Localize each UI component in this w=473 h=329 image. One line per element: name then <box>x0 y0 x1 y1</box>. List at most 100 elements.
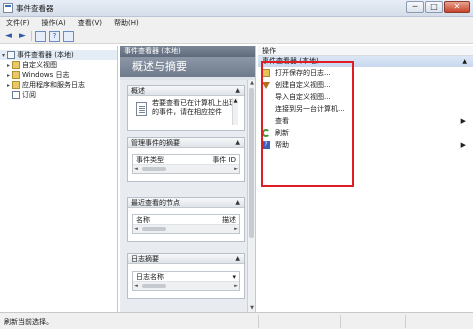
folder-icon <box>12 81 20 89</box>
column-header[interactable]: 事件类型 <box>136 155 164 164</box>
show-hide-tree-icon[interactable] <box>35 30 46 42</box>
tree-item-custom-views[interactable]: ▸ 自定义视图 <box>0 60 117 70</box>
column-header[interactable]: 日志名称 <box>136 272 164 281</box>
action-create-custom-view[interactable]: 创建自定义视图... <box>258 79 473 91</box>
status-text: 刷新当前选择。 <box>4 318 53 326</box>
menu-action[interactable]: 操作(A) <box>42 18 66 28</box>
grid-header: 名称 描述 <box>133 215 239 225</box>
overview-scrollbar[interactable]: ▲ <box>232 98 238 125</box>
toolbar: ◄ ► ? <box>0 29 473 44</box>
back-button[interactable]: ◄ <box>3 31 14 42</box>
action-import-custom-view[interactable]: 导入自定义视图... <box>258 91 473 103</box>
minimize-button[interactable]: ─ <box>406 1 424 13</box>
scroll-down-icon[interactable]: ▼ <box>248 305 256 312</box>
scroll-right-icon[interactable]: ► <box>234 165 238 173</box>
action-refresh[interactable]: 刷新 <box>258 127 473 139</box>
action-label: 刷新 <box>275 129 289 137</box>
section-header[interactable]: 管理事件的摘要 ▲ <box>128 138 244 148</box>
folder-icon <box>12 61 20 69</box>
expand-arrow-icon[interactable]: ▸ <box>5 62 12 69</box>
scroll-left-icon[interactable]: ◄ <box>134 282 138 290</box>
tree-item-app-service-logs[interactable]: ▸ 应用程序和服务日志 <box>0 80 117 90</box>
scroll-left-icon[interactable]: ◄ <box>134 225 138 233</box>
scroll-right-icon[interactable]: ► <box>234 282 238 290</box>
column-header[interactable]: 描述 <box>222 215 236 224</box>
tree-item-label: 应用程序和服务日志 <box>22 81 85 89</box>
section-header[interactable]: 日志摘要 ▲ <box>128 254 244 264</box>
log-summary-grid: 日志名称 ▾ ◄ ► <box>132 271 240 291</box>
submenu-arrow-icon: ▶ <box>460 117 466 125</box>
center-pane-banner: 概述与摘要 <box>120 57 255 77</box>
submenu-arrow-icon: ▶ <box>460 141 466 149</box>
grid-header: 事件类型 事件 ID <box>133 155 239 165</box>
center-vertical-scrollbar[interactable]: ▲ ▼ <box>247 80 255 312</box>
overview-section: 概述 ▲ 若要查看已在计算机上出现的事件，请在相应控件 ▲ <box>127 85 245 131</box>
horizontal-scrollbar[interactable]: ◄ ► <box>133 165 239 173</box>
action-connect-computer[interactable]: 连接到另一台计算机... <box>258 103 473 115</box>
scroll-right-icon[interactable]: ► <box>234 225 238 233</box>
actions-group-title: 事件查看器 (本地) <box>262 57 319 65</box>
scroll-thumb[interactable] <box>142 167 166 171</box>
scroll-thumb[interactable] <box>249 88 254 238</box>
action-label: 查看 <box>275 117 289 125</box>
tree-item-label: 订阅 <box>22 91 36 99</box>
collapse-caret-icon[interactable]: ▲ <box>235 86 240 96</box>
tree-item-subscriptions[interactable]: 订阅 <box>0 90 117 100</box>
overview-text: 若要查看已在计算机上出现的事件，请在相应控件 <box>152 99 236 116</box>
section-title: 概述 <box>131 87 145 95</box>
expand-arrow-icon[interactable]: ▸ <box>5 82 12 89</box>
scroll-thumb[interactable] <box>142 284 166 288</box>
tree-item-windows-logs[interactable]: ▸ Windows 日志 <box>0 70 117 80</box>
horizontal-scrollbar[interactable]: ◄ ► <box>133 225 239 233</box>
status-divider <box>340 315 341 328</box>
close-button[interactable]: ✕ <box>444 1 470 13</box>
show-hide-action-pane-icon[interactable] <box>63 30 74 42</box>
scroll-thumb[interactable] <box>142 227 166 231</box>
collapse-caret-icon[interactable]: ▲ <box>235 138 240 148</box>
toolbar-separator <box>31 31 32 41</box>
collapse-arrow-icon[interactable]: ▾ <box>0 52 7 59</box>
horizontal-scrollbar[interactable]: ◄ ► <box>133 282 239 290</box>
action-help[interactable]: ? 帮助 ▶ <box>258 139 473 151</box>
tree-item-label: Windows 日志 <box>22 71 70 79</box>
scroll-left-icon[interactable]: ◄ <box>134 165 138 173</box>
collapse-caret-icon[interactable]: ▲ <box>235 198 240 208</box>
admin-events-grid: 事件类型 事件 ID ◄ ► <box>132 154 240 174</box>
window-title: 事件查看器 <box>16 4 54 13</box>
collapse-caret-icon[interactable]: ▲ <box>462 56 467 67</box>
folder-icon <box>262 69 270 77</box>
refresh-icon <box>262 129 270 137</box>
column-header[interactable]: 名称 <box>136 215 150 224</box>
action-view[interactable]: 查看 ▶ <box>258 115 473 127</box>
actions-pane: 操作 事件查看器 (本地) ▲ 打开保存的日志... 创建自定义视图... 导入… <box>258 46 473 312</box>
menu-bar: 文件(F) 操作(A) 查看(V) 帮助(H) <box>0 17 473 29</box>
grid-header: 日志名称 ▾ <box>133 272 239 282</box>
menu-view[interactable]: 查看(V) <box>78 18 102 28</box>
expand-arrow-icon[interactable]: ▸ <box>5 72 12 79</box>
action-open-saved-log[interactable]: 打开保存的日志... <box>258 67 473 79</box>
maximize-button[interactable]: □ <box>425 1 443 13</box>
status-bar: 刷新当前选择。 <box>0 312 473 329</box>
log-summary-section: 日志摘要 ▲ 日志名称 ▾ ◄ ► <box>127 253 245 299</box>
status-divider <box>258 315 259 328</box>
actions-pane-header: 操作 <box>258 46 473 56</box>
collapse-caret-icon[interactable]: ▲ <box>235 254 240 264</box>
event-viewer-icon <box>3 3 13 13</box>
menu-file[interactable]: 文件(F) <box>6 18 30 28</box>
actions-group-header[interactable]: 事件查看器 (本地) ▲ <box>258 56 473 67</box>
section-header[interactable]: 概述 ▲ <box>128 86 244 96</box>
menu-help[interactable]: 帮助(H) <box>114 18 139 28</box>
help-icon[interactable]: ? <box>49 30 60 42</box>
tree-item-label: 自定义视图 <box>22 61 57 69</box>
event-viewer-icon <box>7 51 15 59</box>
tree-item-root[interactable]: ▾ 事件查看器 (本地) <box>0 50 117 60</box>
section-header[interactable]: 最近查看的节点 ▲ <box>128 198 244 208</box>
action-label: 连接到另一台计算机... <box>275 105 345 113</box>
section-title: 管理事件的摘要 <box>131 139 180 147</box>
scroll-up-icon[interactable]: ▲ <box>248 80 256 87</box>
column-header[interactable]: 事件 ID <box>212 155 236 164</box>
status-divider <box>405 315 406 328</box>
forward-button[interactable]: ► <box>17 31 28 42</box>
console-tree: ▾ 事件查看器 (本地) ▸ 自定义视图 ▸ Windows 日志 ▸ 应用程序… <box>0 46 118 312</box>
title-bar: 事件查看器 ─ □ ✕ <box>0 0 473 17</box>
